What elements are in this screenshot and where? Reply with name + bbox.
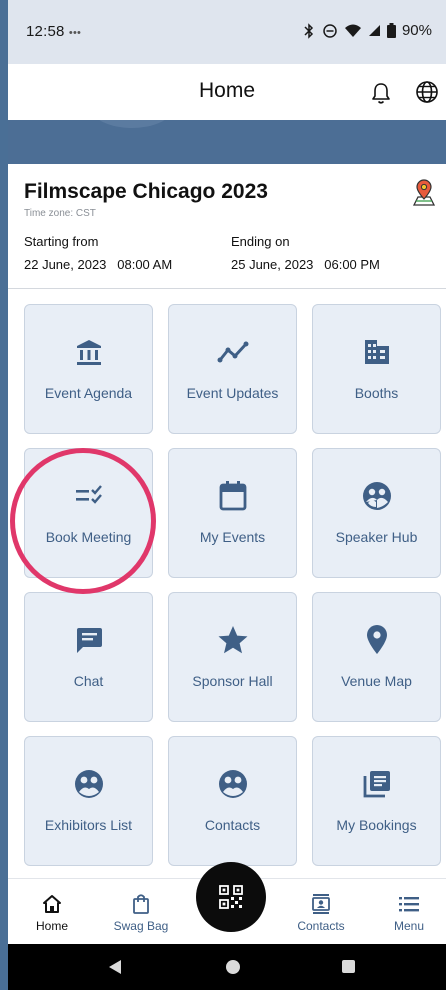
tile-label: Book Meeting: [45, 529, 132, 545]
tile-venue-map[interactable]: Venue Map: [312, 592, 441, 722]
tile-label: Chat: [73, 673, 104, 689]
nav-menu[interactable]: Menu: [374, 893, 444, 933]
qr-scan-button[interactable]: [196, 862, 266, 932]
back-icon[interactable]: [108, 959, 122, 975]
event-info-card: Filmscape Chicago 2023 Time zone: CST St…: [8, 164, 446, 289]
location-pin-icon: [366, 625, 387, 654]
building-icon: [364, 340, 389, 364]
home-circle-icon[interactable]: [226, 960, 240, 974]
app-header: Home: [8, 64, 446, 120]
app-screen: 12:58 ••• 90% Home Filmscape Chicago 202…: [8, 0, 446, 990]
qr-code-icon: [219, 885, 243, 909]
tile-exhibitors-list[interactable]: Exhibitors List: [24, 736, 153, 866]
star-icon: [218, 626, 247, 654]
battery-percent: 90%: [401, 22, 432, 39]
recent-apps-icon[interactable]: [342, 960, 355, 973]
tile-contacts[interactable]: Contacts: [168, 736, 297, 866]
status-time: 12:58 •••: [26, 23, 82, 40]
trend-line-icon: [217, 341, 248, 363]
tile-speaker-hub[interactable]: Speaker Hub: [312, 448, 441, 578]
exhibitors-icon: [74, 770, 103, 798]
nav-menu-label: Menu: [393, 919, 425, 933]
tile-label: Exhibitors List: [44, 817, 133, 833]
tile-label: Sponsor Hall: [192, 673, 273, 689]
banner-decoration: [92, 120, 172, 128]
tile-label: Booths: [354, 385, 399, 401]
tile-label: Speaker Hub: [335, 529, 418, 545]
tile-event-agenda[interactable]: Event Agenda: [24, 304, 153, 434]
tile-booths[interactable]: Booths: [312, 304, 441, 434]
bank-icon: [76, 340, 101, 365]
event-banner: [8, 120, 446, 164]
tile-label: Event Agenda: [44, 385, 133, 401]
event-timezone: Time zone: CST: [24, 208, 96, 219]
menu-icon: [399, 897, 419, 912]
map-location-icon[interactable]: [412, 179, 436, 207]
bag-icon: [133, 894, 149, 914]
nav-swag-bag-label: Swag Bag: [113, 919, 169, 933]
end-datetime: 25 June, 2023 06:00 PM: [231, 257, 380, 272]
dnd-icon: [323, 23, 337, 38]
globe-icon[interactable]: [415, 80, 439, 104]
home-icon: [43, 895, 61, 913]
status-bar: 12:58 ••• 90%: [8, 0, 446, 64]
tile-event-updates[interactable]: Event Updates: [168, 304, 297, 434]
bluetooth-icon: [304, 22, 314, 39]
battery-icon: [386, 23, 396, 38]
system-nav-bar: [8, 944, 446, 990]
tile-label: Event Updates: [186, 385, 279, 401]
tile-label: My Bookings: [336, 817, 417, 833]
signal-icon: [368, 25, 380, 36]
nav-contacts[interactable]: Contacts: [286, 893, 356, 933]
tile-sponsor-hall[interactable]: Sponsor Hall: [168, 592, 297, 722]
tile-chat[interactable]: Chat: [24, 592, 153, 722]
bell-icon[interactable]: [370, 81, 392, 105]
bookings-icon: [363, 771, 390, 798]
tile-book-meeting[interactable]: Book Meeting: [24, 448, 153, 578]
event-title: Filmscape Chicago 2023: [24, 180, 268, 203]
start-label: Starting from: [24, 234, 99, 249]
nav-swag-bag[interactable]: Swag Bag: [106, 893, 176, 933]
nav-home[interactable]: Home: [17, 893, 87, 933]
nav-home-label: Home: [35, 919, 68, 933]
notification-dots-icon: •••: [68, 27, 82, 39]
checklist-icon: [75, 485, 102, 504]
tile-label: Contacts: [204, 817, 261, 833]
wifi-icon: [344, 24, 361, 37]
contacts-group-icon: [218, 770, 247, 798]
tile-label: Venue Map: [341, 673, 412, 689]
start-datetime: 22 June, 2023 08:00 AM: [24, 257, 173, 272]
chat-icon: [76, 628, 102, 653]
end-label: Ending on: [231, 234, 290, 249]
tile-my-bookings[interactable]: My Bookings: [312, 736, 441, 866]
nav-contacts-label: Contacts: [297, 919, 345, 933]
tile-label: My Events: [199, 529, 266, 545]
status-icons: 90%: [302, 22, 432, 39]
speaker-group-icon: [362, 482, 391, 510]
feature-grid: Event Agenda Event Updates Booths Book M…: [8, 290, 446, 878]
calendar-icon: [219, 481, 246, 511]
contact-card-icon: [312, 894, 330, 914]
tile-my-events[interactable]: My Events: [168, 448, 297, 578]
